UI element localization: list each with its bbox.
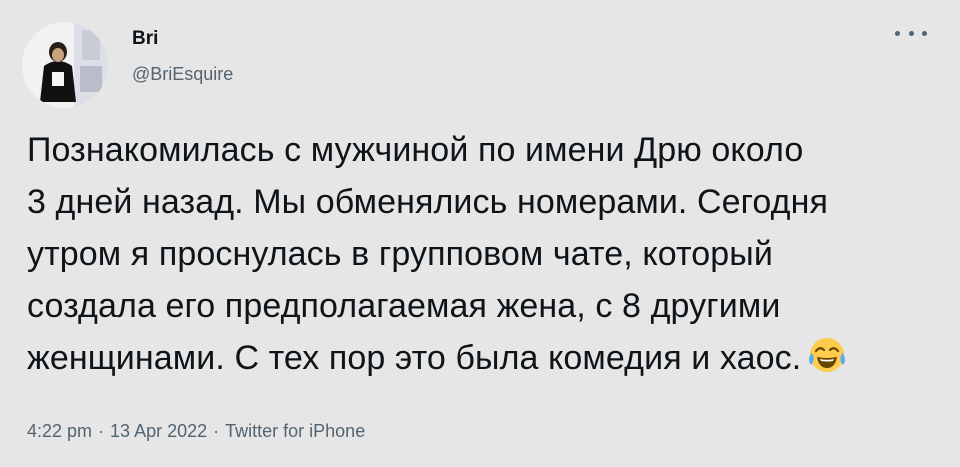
tweet-time[interactable]: 4:22 pm bbox=[27, 421, 92, 441]
tweet-date[interactable]: 13 Apr 2022 bbox=[110, 421, 207, 441]
separator: · bbox=[213, 421, 220, 441]
tweet-line-last: женщинами. С тех пор это была комедия и … bbox=[27, 332, 942, 384]
face-with-tears-of-joy-icon bbox=[809, 338, 846, 372]
tweet-line-text: женщинами. С тех пор это была комедия и … bbox=[27, 339, 802, 377]
more-options-icon[interactable] bbox=[895, 22, 927, 44]
avatar[interactable] bbox=[22, 22, 108, 108]
author-handle[interactable]: @BriEsquire bbox=[132, 64, 233, 85]
dot bbox=[895, 30, 900, 36]
tweet-line: Познакомилась с мужчиной по имени Дрю ок… bbox=[27, 131, 804, 169]
author-name[interactable]: Bri bbox=[132, 28, 158, 50]
tweet-text: Познакомилась с мужчиной по имени Дрю ок… bbox=[27, 124, 942, 384]
dot bbox=[922, 30, 927, 36]
profile-photo-icon bbox=[22, 22, 108, 108]
tweet-line: утром я проснулась в групповом чате, кот… bbox=[27, 235, 773, 273]
tweet-line: 3 дней назад. Мы обменялись номерами. Се… bbox=[27, 183, 829, 221]
tweet-line: создала его предполагаемая жена, с 8 дру… bbox=[27, 287, 781, 325]
separator: · bbox=[98, 421, 105, 441]
tweet-meta: 4:22 pm · 13 Apr 2022 · Twitter for iPhone bbox=[27, 421, 365, 442]
tweet: Bri @BriEsquire Познакомилась с мужчиной… bbox=[0, 0, 960, 467]
tweet-source[interactable]: Twitter for iPhone bbox=[225, 421, 365, 441]
dot bbox=[908, 30, 914, 36]
